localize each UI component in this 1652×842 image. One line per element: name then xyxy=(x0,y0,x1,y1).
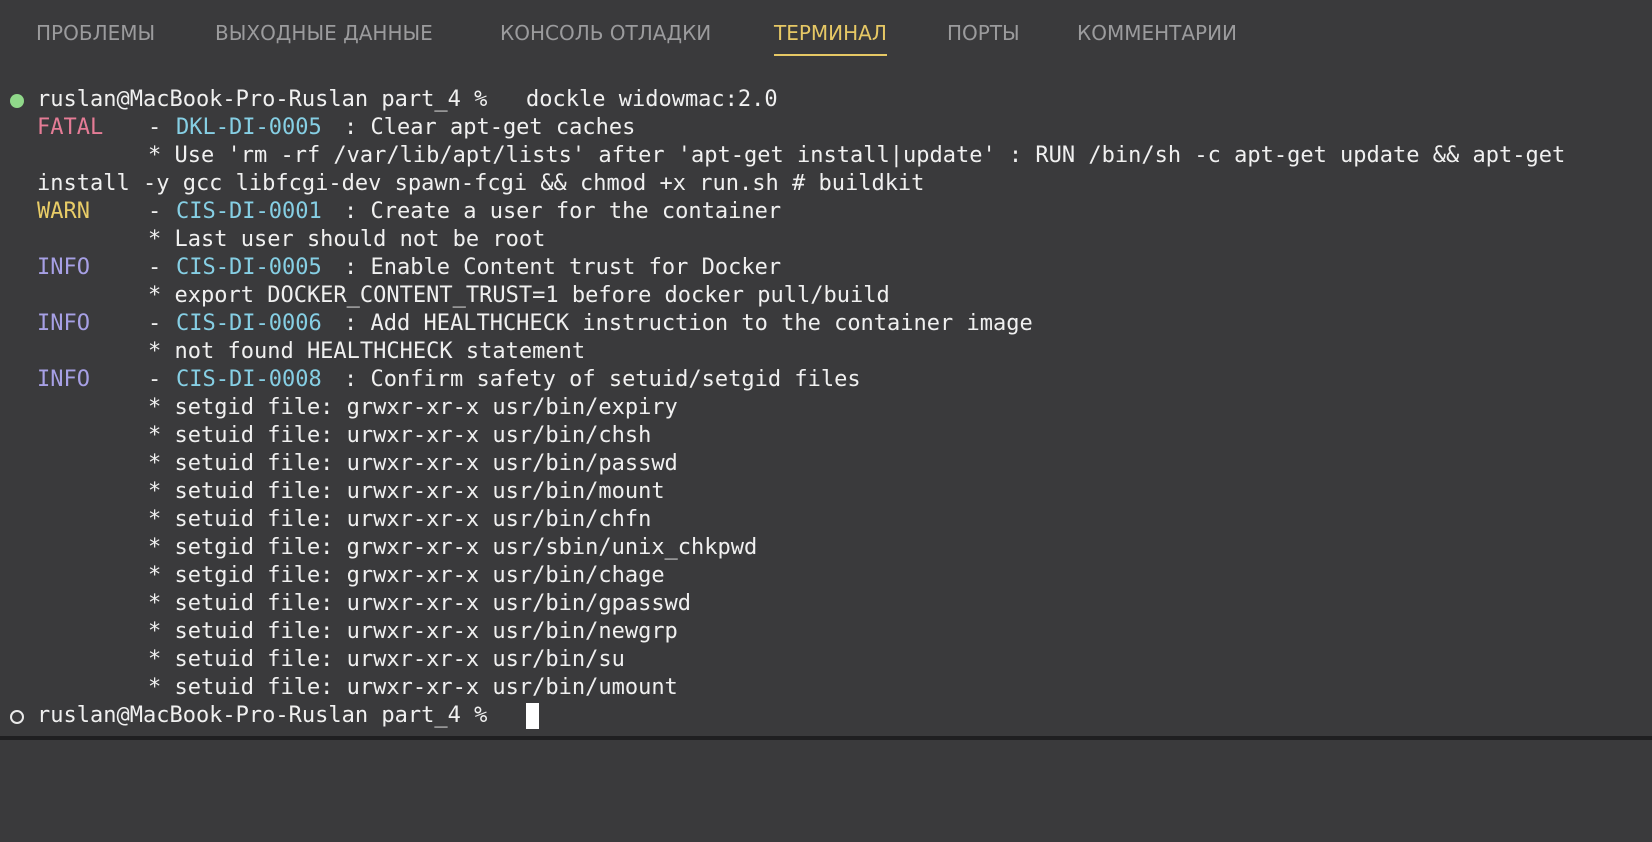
rule-detail: * Last user should not be root xyxy=(148,227,546,252)
rule-id: CIS-DI-0001 xyxy=(176,199,322,224)
rule-id: DKL-DI-0005 xyxy=(176,115,322,140)
tab-debug-console[interactable]: КОНСОЛЬ ОТЛАДКИ xyxy=(500,19,711,47)
tab-output[interactable]: ВЫХОДНЫЕ ДАННЫЕ xyxy=(215,19,433,47)
rule-title: : Add HEALTHCHECK instruction to the con… xyxy=(344,311,1033,336)
setid-file-entry: * setuid file: urwxr-xr-x usr/bin/passwd xyxy=(148,451,678,476)
setid-file-entry: * setgid file: grwxr-xr-x usr/bin/chage xyxy=(148,563,665,588)
level-badge-info: INFO xyxy=(37,367,90,392)
rule-detail-wrap: install -y gcc libfcgi-dev spawn-fcgi &&… xyxy=(37,171,925,196)
output-line: * setuid file: urwxr-xr-x usr/bin/su xyxy=(0,646,1652,674)
output-line: * setuid file: urwxr-xr-x usr/bin/newgrp xyxy=(0,618,1652,646)
output-line: * setgid file: grwxr-xr-x usr/bin/chage xyxy=(0,562,1652,590)
setid-file-entry: * setuid file: urwxr-xr-x usr/bin/chsh xyxy=(148,423,652,448)
setid-file-entry: * setgid file: grwxr-xr-x usr/sbin/unix_… xyxy=(148,535,758,560)
output-line: * setuid file: urwxr-xr-x usr/bin/gpassw… xyxy=(0,590,1652,618)
tab-terminal[interactable]: ТЕРМИНАЛ xyxy=(774,19,887,56)
rule-detail: * export DOCKER_CONTENT_TRUST=1 before d… xyxy=(148,283,890,308)
shell-prompt: ruslan@MacBook-Pro-Ruslan part_4 % xyxy=(37,87,501,112)
rule-dash: - xyxy=(148,255,175,280)
tab-ports[interactable]: ПОРТЫ xyxy=(947,19,1020,47)
rule-detail: * not found HEALTHCHECK statement xyxy=(148,339,586,364)
panel-bottom-border xyxy=(0,736,1652,740)
output-line: * Last user should not be root xyxy=(0,226,1652,254)
output-line: * setuid file: urwxr-xr-x usr/bin/passwd xyxy=(0,450,1652,478)
output-line: * setuid file: urwxr-xr-x usr/bin/umount xyxy=(0,674,1652,702)
terminal-cursor xyxy=(526,703,539,729)
command-success-dot-icon[interactable] xyxy=(10,94,24,108)
rule-title: : Confirm safety of setuid/setgid files xyxy=(344,367,861,392)
output-line: * export DOCKER_CONTENT_TRUST=1 before d… xyxy=(0,282,1652,310)
output-line: * setuid file: urwxr-xr-x usr/bin/mount xyxy=(0,478,1652,506)
rule-dash: - xyxy=(148,311,175,336)
output-line: * setgid file: grwxr-xr-x usr/bin/expiry xyxy=(0,394,1652,422)
output-line: INFO - CIS-DI-0006 : Add HEALTHCHECK ins… xyxy=(0,310,1652,338)
level-badge-info: INFO xyxy=(37,255,90,280)
active-tab-indicator xyxy=(774,54,887,56)
setid-file-entry: * setuid file: urwxr-xr-x usr/bin/gpassw… xyxy=(148,591,692,616)
level-badge-fatal: FATAL xyxy=(37,115,104,140)
output-line: WARN - CIS-DI-0001 : Create a user for t… xyxy=(0,198,1652,226)
output-line: * setuid file: urwxr-xr-x usr/bin/chfn xyxy=(0,506,1652,534)
active-prompt-line[interactable]: ruslan@MacBook-Pro-Ruslan part_4 % xyxy=(0,702,1652,730)
setid-file-entry: * setuid file: urwxr-xr-x usr/bin/mount xyxy=(148,479,665,504)
level-badge-warn: WARN xyxy=(37,199,90,224)
setid-file-entry: * setuid file: urwxr-xr-x usr/bin/umount xyxy=(148,675,678,700)
tab-problems[interactable]: ПРОБЛЕМЫ xyxy=(36,19,155,47)
output-line: INFO - CIS-DI-0008 : Confirm safety of s… xyxy=(0,366,1652,394)
rule-title: : Create a user for the container xyxy=(344,199,782,224)
rule-detail: * Use 'rm -rf /var/lib/apt/lists' after … xyxy=(148,143,1566,168)
rule-dash: - xyxy=(148,199,175,224)
output-line: * setgid file: grwxr-xr-x usr/sbin/unix_… xyxy=(0,534,1652,562)
level-badge-info: INFO xyxy=(37,311,90,336)
terminal-output[interactable]: ruslan@MacBook-Pro-Ruslan part_4 % dockl… xyxy=(0,86,1652,736)
setid-file-entry: * setuid file: urwxr-xr-x usr/bin/su xyxy=(148,647,625,672)
rule-id: CIS-DI-0005 xyxy=(176,255,322,280)
setid-file-entry: * setuid file: urwxr-xr-x usr/bin/chfn xyxy=(148,507,652,532)
command-idle-dot-icon[interactable] xyxy=(10,710,24,724)
rule-dash: - xyxy=(148,115,175,140)
setid-file-entry: * setuid file: urwxr-xr-x usr/bin/newgrp xyxy=(148,619,678,644)
output-line: INFO - CIS-DI-0005 : Enable Content trus… xyxy=(0,254,1652,282)
rule-id: CIS-DI-0006 xyxy=(176,311,322,336)
setid-file-entry: * setgid file: grwxr-xr-x usr/bin/expiry xyxy=(148,395,678,420)
rule-dash: - xyxy=(148,367,175,392)
panel-tab-bar: ПРОБЛЕМЫ ВЫХОДНЫЕ ДАННЫЕ КОНСОЛЬ ОТЛАДКИ… xyxy=(0,0,1652,58)
output-line: * not found HEALTHCHECK statement xyxy=(0,338,1652,366)
output-line: * setuid file: urwxr-xr-x usr/bin/chsh xyxy=(0,422,1652,450)
rule-id: CIS-DI-0008 xyxy=(176,367,322,392)
shell-command: dockle widowmac:2.0 xyxy=(526,87,778,112)
shell-prompt: ruslan@MacBook-Pro-Ruslan part_4 % xyxy=(37,703,501,728)
output-line: * Use 'rm -rf /var/lib/apt/lists' after … xyxy=(0,142,1652,170)
output-line: FATAL - DKL-DI-0005 : Clear apt-get cach… xyxy=(0,114,1652,142)
tab-terminal-label: ТЕРМИНАЛ xyxy=(774,21,887,45)
rule-title: : Clear apt-get caches xyxy=(344,115,636,140)
tab-comments[interactable]: КОММЕНТАРИИ xyxy=(1077,19,1237,47)
command-line: ruslan@MacBook-Pro-Ruslan part_4 % dockl… xyxy=(0,86,1652,114)
output-line: install -y gcc libfcgi-dev spawn-fcgi &&… xyxy=(0,170,1652,198)
rule-title: : Enable Content trust for Docker xyxy=(344,255,782,280)
